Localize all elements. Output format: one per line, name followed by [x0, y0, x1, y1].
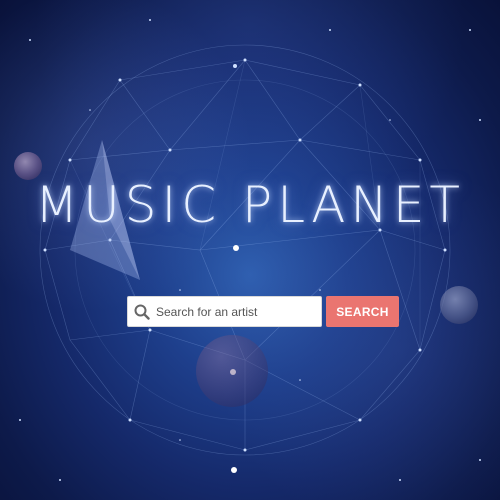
- page-title: MUSIC PLANET: [35, 176, 465, 234]
- search-button[interactable]: SEARCH: [326, 296, 399, 327]
- search-box[interactable]: [127, 296, 322, 327]
- planet-right: [440, 286, 478, 324]
- search-bar: SEARCH: [127, 296, 399, 327]
- planet-bottom: [196, 335, 268, 407]
- search-icon: [128, 297, 156, 326]
- search-input[interactable]: [156, 299, 316, 324]
